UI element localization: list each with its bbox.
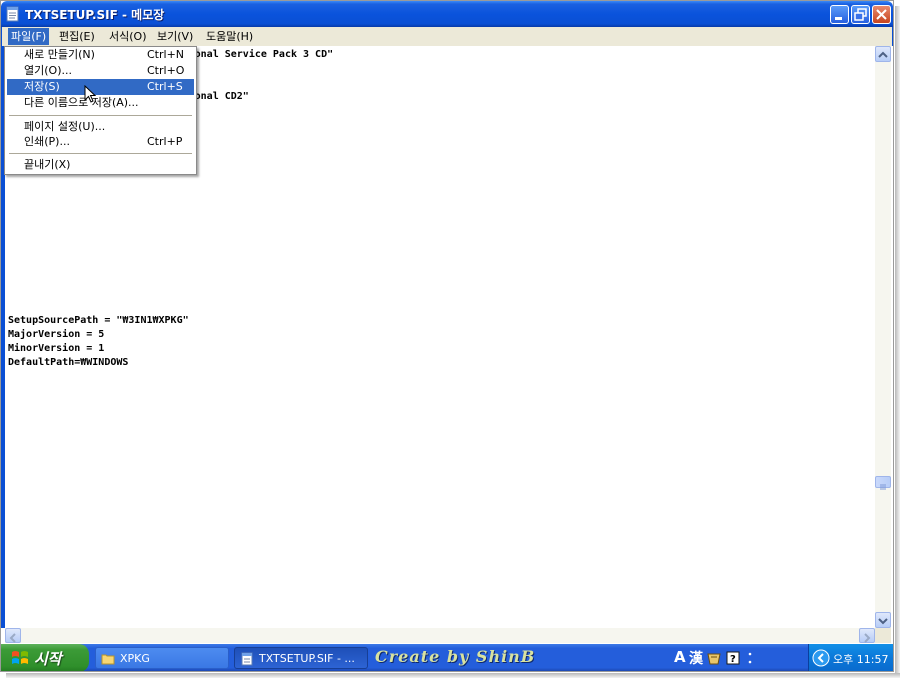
ime-options-icon[interactable]	[745, 649, 755, 667]
file-menu-dropdown: 새로 만들기(N) Ctrl+N 열기(O)... Ctrl+O 저장(S) C…	[4, 46, 197, 175]
menu-item-page-setup[interactable]: 페이지 설정(U)...	[7, 119, 194, 135]
system-tray: 오후 11:57	[808, 644, 893, 671]
notepad-icon	[6, 6, 19, 22]
menu-file[interactable]: 파일(F)	[8, 28, 50, 45]
windows-logo-icon	[12, 651, 28, 664]
taskbar-item-label: XPKG	[120, 652, 150, 665]
start-button[interactable]: 시작	[1, 644, 89, 671]
menu-item-open[interactable]: 열기(O)... Ctrl+O	[7, 63, 194, 79]
menu-format[interactable]: 서식(O)	[106, 28, 149, 45]
svg-text:?: ?	[730, 654, 736, 665]
grip-icon	[880, 484, 886, 490]
arrow-right-icon	[864, 633, 871, 643]
editor-line[interactable]	[8, 216, 333, 230]
restore-button[interactable]	[851, 5, 870, 24]
help-icon[interactable]: ?	[726, 651, 740, 665]
scroll-thumb[interactable]	[875, 476, 891, 490]
scrollbar-corner	[875, 628, 891, 643]
editor-line[interactable]	[8, 202, 333, 216]
editor-line[interactable]	[8, 230, 333, 244]
editor-line[interactable]: MinorVersion = 1	[8, 342, 333, 356]
taskbar: 시작 XPKG TXTSETUP.SIF - ... Create by Shi…	[1, 644, 893, 671]
scroll-down-button[interactable]	[875, 612, 891, 628]
horizontal-scrollbar[interactable]	[5, 628, 875, 643]
menu-item-exit[interactable]: 끝내기(X)	[7, 157, 194, 173]
editor-line[interactable]: MajorVersion = 5	[8, 328, 333, 342]
menu-separator	[9, 153, 192, 154]
editor-line[interactable]	[8, 272, 333, 286]
taskbar-item-notepad[interactable]: TXTSETUP.SIF - ...	[234, 647, 368, 669]
taskbar-item-xpkg[interactable]: XPKG	[95, 647, 229, 669]
ime-tool-icon[interactable]	[706, 651, 722, 666]
ime-mode-indicator[interactable]: A	[674, 648, 686, 666]
editor-line[interactable]	[8, 188, 333, 202]
menu-bar: 파일(F) 편집(E) 서식(O) 보기(V) 도움말(H)	[1, 27, 893, 46]
menu-help[interactable]: 도움말(H)	[203, 28, 256, 45]
window-title: TXTSETUP.SIF - 메모장	[25, 8, 165, 22]
minimize-button[interactable]	[830, 5, 849, 24]
editor-line[interactable]	[8, 286, 333, 300]
mouse-cursor-icon	[84, 85, 96, 103]
arrow-up-icon	[878, 51, 888, 58]
menu-item-new[interactable]: 새로 만들기(N) Ctrl+N	[7, 47, 194, 63]
arrow-down-icon	[878, 618, 888, 625]
watermark-banner: Create by ShinB	[375, 647, 536, 666]
editor-line[interactable]	[8, 300, 333, 314]
title-bar[interactable]: TXTSETUP.SIF - 메모장	[1, 1, 893, 27]
taskbar-item-label: TXTSETUP.SIF - ...	[259, 652, 355, 665]
restore-icon	[854, 8, 867, 21]
editor-line[interactable]	[8, 244, 333, 258]
ime-hanja-indicator[interactable]: 漢	[689, 648, 703, 668]
frame-shadow-right	[895, 6, 900, 678]
vertical-scrollbar[interactable]	[875, 46, 891, 628]
scroll-right-button[interactable]	[859, 628, 875, 643]
editor-line[interactable]	[8, 174, 333, 188]
editor-line[interactable]	[8, 258, 333, 272]
folder-icon	[101, 654, 115, 665]
menu-item-save-as[interactable]: 다른 이름으로 저장(A)...	[7, 95, 194, 111]
menu-separator	[9, 115, 192, 116]
notepad-icon	[241, 652, 253, 666]
tray-collapse-icon[interactable]	[812, 649, 830, 667]
minimize-icon	[835, 17, 842, 20]
clock[interactable]: 오후 11:57	[833, 651, 888, 667]
close-icon	[876, 9, 887, 20]
frame-shadow-bottom	[6, 673, 900, 678]
scroll-left-button[interactable]	[5, 628, 21, 643]
menu-item-save[interactable]: 저장(S) Ctrl+S	[7, 79, 194, 95]
menu-edit[interactable]: 편집(E)	[56, 28, 98, 45]
screenshot-frame: TXTSETUP.SIF - 메모장 파일(F) 편집(E) 서식(O) 보기(…	[0, 0, 894, 672]
arrow-left-icon	[9, 633, 16, 643]
close-button[interactable]	[872, 5, 891, 24]
start-label: 시작	[34, 650, 62, 668]
menu-item-print[interactable]: 인쇄(P)... Ctrl+P	[7, 134, 194, 150]
menu-view[interactable]: 보기(V)	[154, 28, 196, 45]
editor-line[interactable]: DefaultPath=₩WINDOWS	[8, 356, 333, 370]
editor-line[interactable]: SetupSourcePath = "₩3IN1₩XPKG"	[8, 314, 333, 328]
scroll-up-button[interactable]	[875, 46, 891, 62]
